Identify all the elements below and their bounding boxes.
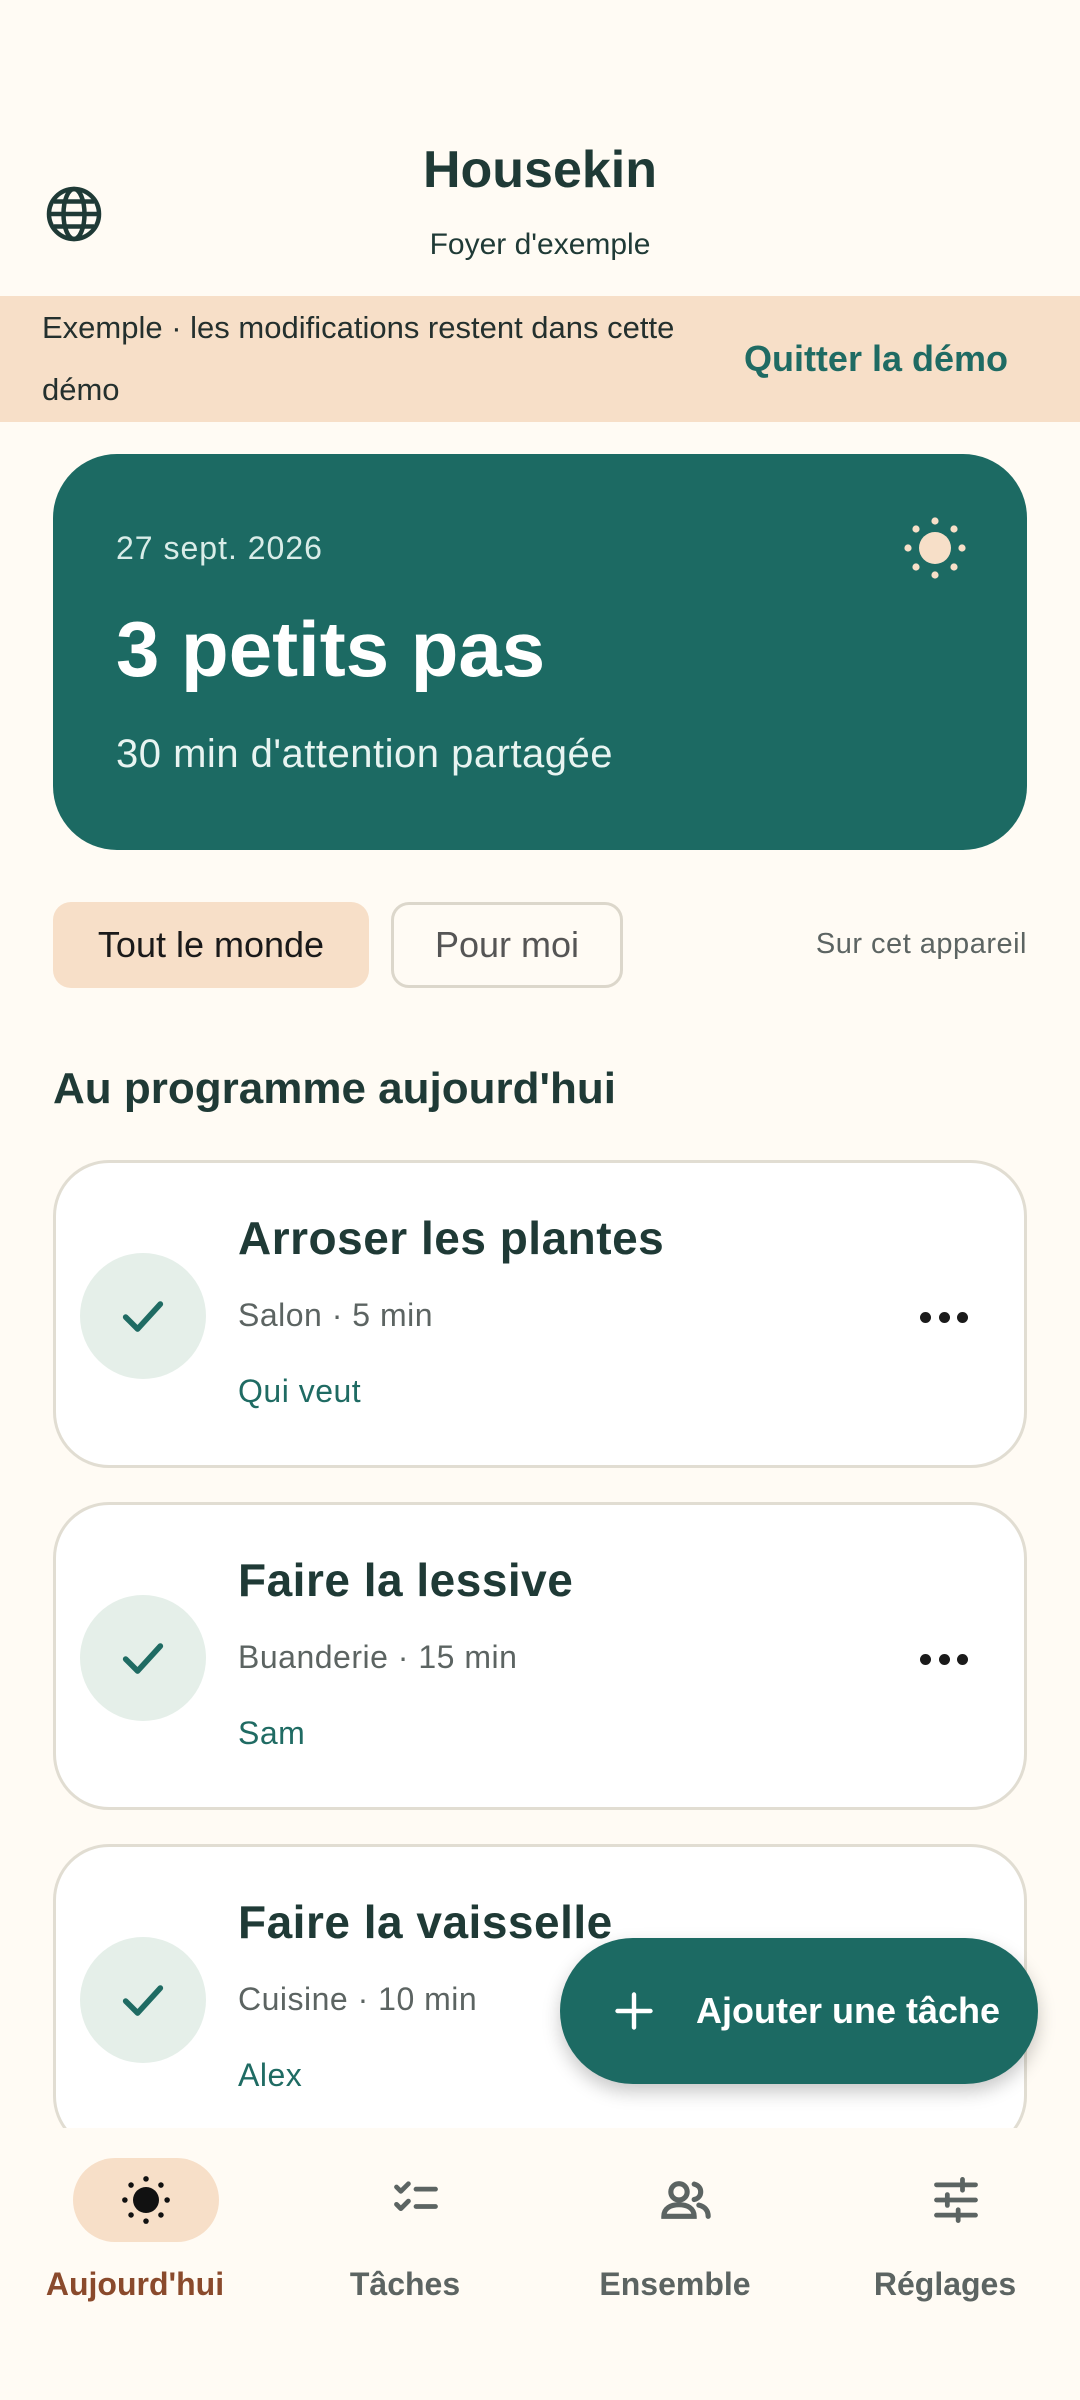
check-icon — [122, 1985, 164, 2016]
task-meta: Salon · 5 min — [238, 1297, 434, 1333]
add-task-label: Ajouter une tâche — [696, 1990, 1001, 2031]
filter-everyone-chip[interactable]: Tout le monde — [53, 902, 369, 988]
nav-tasks-indicator — [343, 2158, 489, 2242]
section-title: Au programme aujourd'hui — [53, 1064, 616, 1113]
people-icon — [661, 2181, 711, 2219]
check-icon — [122, 1301, 164, 1332]
nav-label-tasks: Tâches — [349, 2266, 461, 2302]
nav-settings-indicator — [883, 2158, 1029, 2242]
demo-banner-text: Exemple · les modifications restent dans… — [42, 310, 675, 407]
nav-item-tasks[interactable]: Tâches — [270, 2158, 540, 2302]
quit-demo-button[interactable]: Quitter la démo — [744, 338, 1008, 380]
nav-label-today: Aujourd'hui — [45, 2266, 225, 2302]
nav-label-together: Ensemble — [599, 2266, 751, 2302]
checklist-icon — [394, 2181, 438, 2212]
complete-task-button[interactable] — [80, 1937, 206, 2063]
more-options-icon[interactable] — [920, 1293, 968, 1341]
task-assignee: Alex — [238, 2057, 303, 2093]
task-assignee: Qui veut — [238, 1373, 362, 1409]
nav-item-settings[interactable]: Réglages — [810, 2158, 1080, 2302]
app-header: Housekin Foyer d'exemple — [0, 0, 1080, 296]
task-name: Arroser les plantes — [238, 1212, 665, 1264]
task-name: Faire la lessive — [238, 1554, 574, 1606]
nav-label-settings: Réglages — [873, 2266, 1017, 2302]
add-task-button[interactable]: Ajouter une tâche — [560, 1938, 1038, 2084]
filter-row: Tout le monde Pour moi Sur cet appareil — [53, 902, 1027, 988]
today-screen: Housekin Foyer d'exemple Exemple · les m… — [0, 0, 1080, 2400]
task-card[interactable]: Faire la lessive Buanderie · 15 min Sam — [53, 1502, 1027, 1810]
filter-mine-chip[interactable]: Pour moi — [391, 902, 623, 988]
demo-banner: Exemple · les modifications restent dans… — [0, 296, 1080, 422]
task-meta: Buanderie · 15 min — [238, 1639, 518, 1675]
more-options-icon[interactable] — [920, 1635, 968, 1683]
app-title: Housekin — [422, 141, 658, 199]
bottom-navigation: Aujourd'hui Tâches Ensemble Réglages — [0, 2128, 1080, 2400]
task-name: Faire la vaisselle — [238, 1896, 613, 1948]
summary-subtitle: 30 min d'attention partagée — [116, 732, 614, 776]
nav-together-indicator — [613, 2158, 759, 2242]
sun-icon — [904, 517, 966, 579]
check-icon — [122, 1643, 164, 1674]
nav-today-indicator — [73, 2158, 219, 2242]
summary-title: 3 petits pas — [116, 605, 546, 693]
sliders-icon — [934, 2177, 978, 2223]
task-card[interactable]: Arroser les plantes Salon · 5 min Qui ve… — [53, 1160, 1027, 1468]
household-name: Foyer d'exemple — [429, 228, 651, 261]
sun-icon — [122, 2176, 170, 2224]
device-note: Sur cet appareil — [815, 928, 1027, 960]
complete-task-button[interactable] — [80, 1253, 206, 1379]
plus-icon — [615, 1992, 653, 2030]
complete-task-button[interactable] — [80, 1595, 206, 1721]
nav-item-today[interactable]: Aujourd'hui — [0, 2158, 270, 2302]
task-meta: Cuisine · 10 min — [238, 1981, 478, 2017]
summary-date: 27 sept. 2026 — [116, 530, 323, 566]
task-assignee: Sam — [238, 1715, 306, 1751]
daily-summary-card: 27 sept. 2026 3 petits pas 30 min d'atte… — [53, 454, 1027, 850]
nav-item-together[interactable]: Ensemble — [540, 2158, 810, 2302]
